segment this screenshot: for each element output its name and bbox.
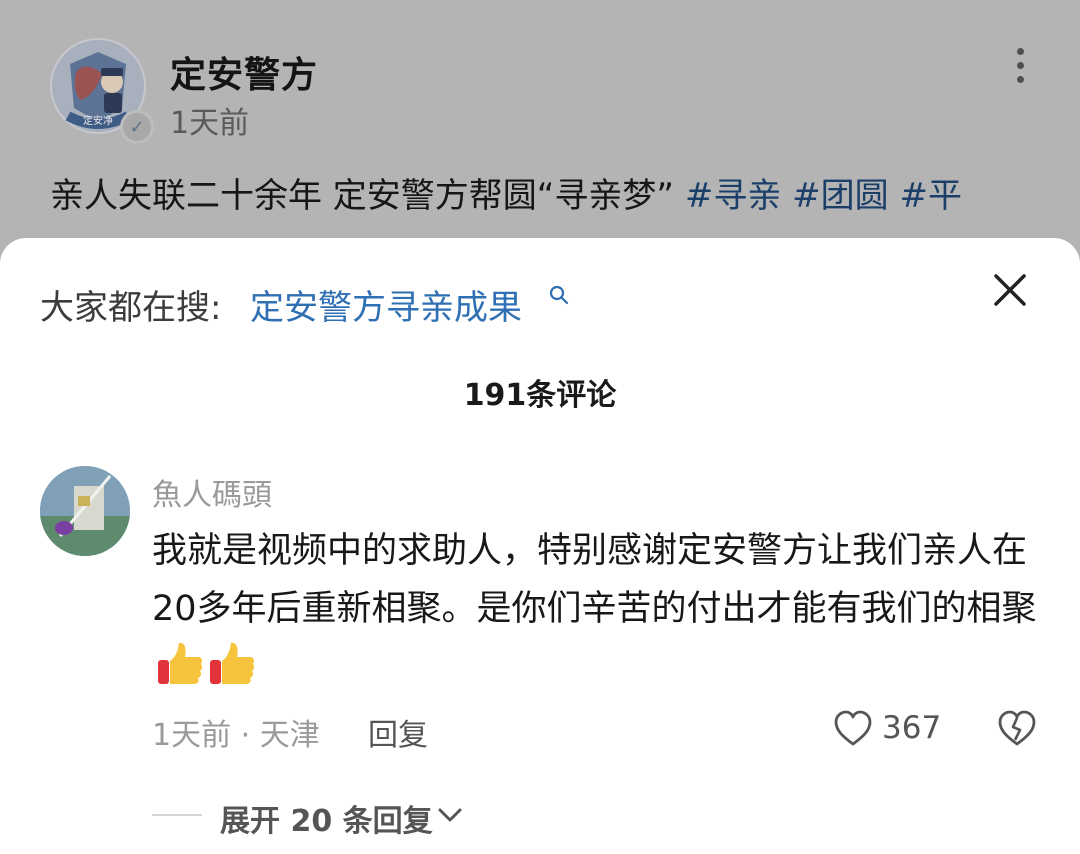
- chevron-down-icon[interactable]: [436, 804, 464, 826]
- reply-button[interactable]: 回复: [368, 710, 428, 754]
- avatar-badge-text: 定安净: [83, 114, 113, 127]
- close-icon[interactable]: [988, 268, 1032, 312]
- expand-replies-button[interactable]: 展开 20 条回复: [220, 796, 433, 840]
- comment-text: 我就是视频中的求助人，特别感谢定安警方让我们亲人在20多年后重新相聚。是你们辛苦…: [152, 531, 1037, 629]
- commenter-avatar[interactable]: [40, 466, 130, 556]
- post-author-name[interactable]: 定安警方: [170, 46, 318, 98]
- hashtag-link[interactable]: #团圆: [792, 176, 889, 216]
- trending-search-label: 大家都在搜:: [40, 288, 222, 328]
- trending-search-link[interactable]: 定安警方寻亲成果: [250, 280, 522, 329]
- search-icon[interactable]: [548, 284, 570, 306]
- expand-divider: [152, 814, 202, 816]
- comment-body: 我就是视频中的求助人，特别感谢定安警方让我们亲人在20多年后重新相聚。是你们辛苦…: [152, 522, 1052, 696]
- heart-icon[interactable]: [832, 708, 874, 748]
- post-text: 亲人失联二十余年 定安警方帮圆“寻亲梦” #寻亲 #团圆 #平: [50, 170, 1040, 222]
- comment-count: 191条评论: [463, 378, 617, 413]
- hashtag-link[interactable]: #平: [899, 176, 962, 216]
- comments-sheet: 大家都在搜: 定安警方寻亲成果 191条评论 魚人碼頭 我就是视频中的求助人，特…: [0, 238, 1080, 854]
- hashtag-link[interactable]: #寻亲: [685, 176, 782, 216]
- comment-time-location: 1天前 · 天津: [152, 718, 320, 753]
- commenter-name[interactable]: 魚人碼頭: [152, 470, 272, 514]
- post-background: 定安净 ✓ 定安警方 1天前 亲人失联二十余年 定安警方帮圆“寻亲梦” #寻亲 …: [0, 0, 1080, 260]
- like-count: 367: [882, 710, 942, 746]
- thumbs-up-emoji-icon: [210, 642, 255, 684]
- post-text-body: 亲人失联二十余年 定安警方帮圆“寻亲梦”: [50, 176, 675, 216]
- thumbs-up-emoji-icon: [158, 642, 203, 684]
- more-options-icon[interactable]: [1010, 48, 1030, 88]
- post-time: 1天前: [170, 106, 250, 141]
- verified-icon: ✓: [120, 110, 154, 144]
- broken-heart-icon[interactable]: [996, 708, 1038, 748]
